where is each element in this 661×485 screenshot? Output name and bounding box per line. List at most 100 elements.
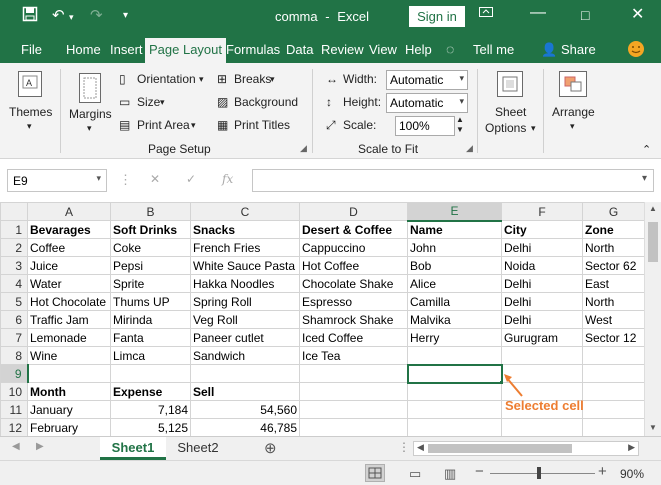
column-header-e[interactable]: E (407, 202, 502, 222)
cell-g8[interactable] (582, 346, 645, 365)
horizontal-scroll-thumb[interactable] (428, 444, 572, 453)
cell-b6[interactable]: Mirinda (110, 310, 191, 329)
cell-g5[interactable]: North (582, 292, 645, 311)
row-header[interactable]: 2 (0, 238, 28, 257)
cell-d12[interactable] (299, 418, 408, 436)
sheet-options-button-line1[interactable]: Sheet (495, 105, 526, 119)
insert-function-button[interactable]: fx (222, 172, 233, 186)
background-button[interactable]: Background (234, 95, 298, 109)
share-icon[interactable]: 👤 (541, 42, 557, 58)
cancel-icon[interactable]: ✕ (150, 172, 160, 186)
scale-to-fit-launcher-icon[interactable]: ◢ (466, 143, 473, 154)
zoom-slider-thumb[interactable] (537, 467, 541, 479)
column-header-f[interactable]: F (501, 202, 583, 221)
tab-review[interactable]: Review (321, 42, 364, 57)
cell-f4[interactable]: Delhi (501, 274, 583, 293)
cell-e12[interactable] (407, 418, 502, 436)
width-select[interactable]: Automatic ▾ (386, 70, 468, 90)
close-icon[interactable]: ✕ (631, 4, 644, 24)
cell-c7[interactable]: Paneer cutlet (190, 328, 300, 347)
zoom-level[interactable]: 90% (620, 467, 644, 481)
cell-d8[interactable]: Ice Tea (299, 346, 408, 365)
cell-a4[interactable]: Water (27, 274, 111, 293)
cell-e9[interactable] (406, 363, 503, 384)
scroll-up-icon[interactable]: ▲ (649, 204, 657, 213)
cell-b3[interactable]: Pepsi (110, 256, 191, 275)
zoom-in-icon[interactable]: + (598, 463, 607, 480)
margins-dropdown-icon[interactable]: ▾ (87, 123, 92, 134)
cell-a10[interactable]: Month (27, 382, 111, 401)
cell-c4[interactable]: Hakka Noodles (190, 274, 300, 293)
cell-f2[interactable]: Delhi (501, 238, 583, 257)
cell-a3[interactable]: Juice (27, 256, 111, 275)
scale-down-icon[interactable]: ▼ (456, 125, 464, 134)
sheet-tab-sheet2[interactable]: Sheet2 (168, 437, 228, 460)
cell-f3[interactable]: Noida (501, 256, 583, 275)
cell-f6[interactable]: Delhi (501, 310, 583, 329)
cell-e11[interactable] (407, 400, 502, 419)
row-header[interactable]: 10 (0, 382, 28, 401)
cell-g11[interactable] (582, 400, 645, 419)
zoom-out-icon[interactable]: − (475, 463, 484, 480)
cell-f5[interactable]: Delhi (501, 292, 583, 311)
tab-view[interactable]: View (369, 42, 397, 57)
normal-view-icon[interactable] (365, 464, 385, 482)
prev-sheet-icon[interactable]: ◀ (12, 441, 20, 452)
cell-g4[interactable]: East (582, 274, 645, 293)
arrange-icon[interactable] (559, 71, 587, 97)
themes-icon[interactable]: A (18, 71, 42, 97)
tab-formulas[interactable]: Formulas (226, 42, 280, 57)
row-header[interactable]: 7 (0, 328, 28, 347)
cell-c3[interactable]: White Sauce Pasta (190, 256, 300, 275)
tab-home[interactable]: Home (66, 42, 101, 57)
orientation-button[interactable]: Orientation (137, 72, 196, 86)
cell-b12[interactable]: 5,125 (110, 418, 191, 436)
tab-data[interactable]: Data (286, 42, 313, 57)
row-header[interactable]: 1 (0, 220, 28, 239)
cell-f1[interactable]: City (501, 220, 583, 239)
tab-insert[interactable]: Insert (110, 42, 143, 57)
row-header[interactable]: 4 (0, 274, 28, 293)
row-header[interactable]: 6 (0, 310, 28, 329)
expand-formula-bar-icon[interactable]: ▾ (642, 173, 647, 184)
column-header-d[interactable]: D (299, 202, 408, 221)
cell-a11[interactable]: January (27, 400, 111, 419)
ribbon-display-options-icon[interactable] (478, 4, 494, 25)
next-sheet-icon[interactable]: ▶ (36, 441, 44, 452)
cell-d4[interactable]: Chocolate Shake (299, 274, 408, 293)
smiley-feedback-icon[interactable] (627, 40, 645, 61)
cell-c8[interactable]: Sandwich (190, 346, 300, 365)
cell-c5[interactable]: Spring Roll (190, 292, 300, 311)
cell-d1[interactable]: Desert & Coffee (299, 220, 408, 239)
print-area-icon[interactable]: ▤ (119, 118, 130, 132)
cell-e6[interactable]: Malvika (407, 310, 502, 329)
cell-a12[interactable]: February (27, 418, 111, 436)
print-titles-button[interactable]: Print Titles (234, 118, 290, 132)
cell-e7[interactable]: Herry (407, 328, 502, 347)
cell-g12[interactable] (582, 418, 645, 436)
cell-e2[interactable]: John (407, 238, 502, 257)
background-icon[interactable]: ▨ (217, 95, 228, 109)
sheet-options-dropdown-icon[interactable]: ▾ (531, 123, 536, 134)
breaks-dropdown-icon[interactable]: ▾ (270, 74, 275, 85)
themes-button[interactable]: Themes (9, 105, 52, 119)
vertical-scroll-thumb[interactable] (648, 222, 658, 262)
cell-d3[interactable]: Hot Coffee (299, 256, 408, 275)
cell-d5[interactable]: Espresso (299, 292, 408, 311)
row-header[interactable]: 5 (0, 292, 28, 311)
page-layout-view-icon[interactable]: ▭ (409, 466, 421, 482)
tab-file[interactable]: File (21, 42, 42, 57)
row-header[interactable]: 12 (0, 418, 28, 436)
print-area-button[interactable]: Print Area (137, 118, 190, 132)
tab-page-layout[interactable]: Page Layout (145, 38, 227, 63)
cell-e1[interactable]: Name (407, 220, 502, 239)
share-button[interactable]: Share (561, 42, 596, 57)
row-header[interactable]: 3 (0, 256, 28, 275)
scale-up-icon[interactable]: ▲ (456, 115, 464, 124)
cell-a1[interactable]: Bevarages (27, 220, 111, 239)
minimize-icon[interactable]: — (530, 4, 546, 22)
cell-b2[interactable]: Coke (110, 238, 191, 257)
page-break-preview-icon[interactable]: ▥ (444, 466, 456, 482)
tab-help[interactable]: Help (405, 42, 432, 57)
cell-a5[interactable]: Hot Chocolate (27, 292, 111, 311)
